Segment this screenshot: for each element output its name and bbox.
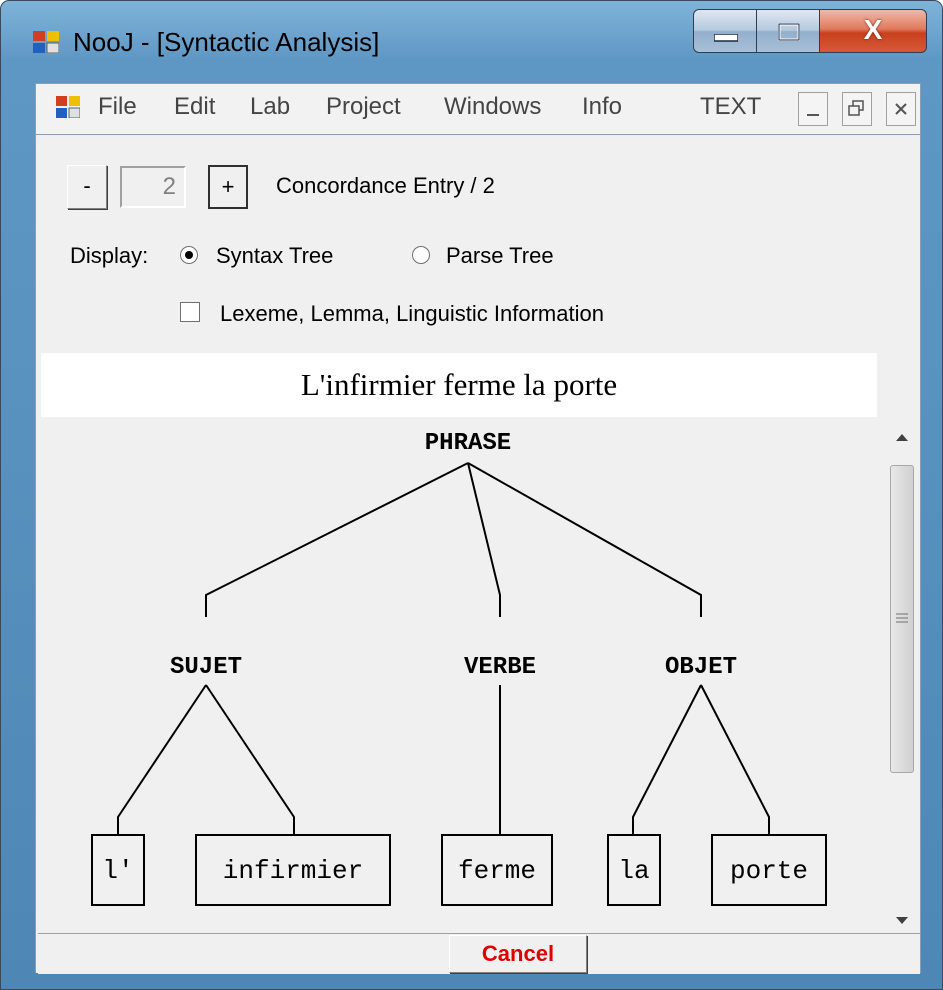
- syntax-tree-label[interactable]: Syntax Tree: [216, 243, 333, 269]
- tree-leaf-porte: porte: [730, 856, 808, 886]
- close-button[interactable]: X: [819, 9, 927, 53]
- menu-file[interactable]: File: [98, 93, 137, 121]
- tree-leaf-ferme: ferme: [458, 856, 536, 886]
- concordance-entry-label: Concordance Entry / 2: [276, 173, 495, 198]
- tree-node-phrase: PHRASE: [425, 430, 511, 457]
- tree-leaf-l: l': [102, 856, 133, 886]
- maximize-button[interactable]: [756, 9, 820, 53]
- tree-node-sujet: SUJET: [170, 654, 242, 681]
- minimize-icon: [714, 34, 738, 42]
- minimize-button[interactable]: [693, 9, 757, 53]
- window-title: NooJ - [Syntactic Analysis]: [73, 27, 380, 57]
- nooj-doc-icon[interactable]: [56, 96, 80, 118]
- display-label: Display:: [70, 243, 149, 268]
- parse-tree-label[interactable]: Parse Tree: [446, 243, 554, 269]
- menu-lab[interactable]: Lab: [250, 93, 290, 121]
- scroll-down-arrow-icon[interactable]: [895, 915, 909, 925]
- bottom-bar: Cancel: [38, 933, 920, 974]
- menu-windows[interactable]: Windows: [444, 93, 541, 121]
- linguistic-info-checkbox[interactable]: [180, 302, 200, 322]
- title-bar[interactable]: NooJ - [Syntactic Analysis] X: [1, 1, 942, 89]
- mdi-close-button[interactable]: [886, 92, 916, 126]
- syntax-tree-radio[interactable]: [180, 246, 198, 264]
- prev-entry-button[interactable]: -: [67, 165, 107, 209]
- tree-node-objet: OBJET: [665, 654, 737, 681]
- close-icon: X: [863, 14, 883, 45]
- menu-text[interactable]: TEXT: [700, 93, 761, 121]
- tree-node-verbe: VERBE: [464, 654, 536, 681]
- tree-leaf-la: la: [618, 856, 649, 886]
- scroll-up-arrow-icon[interactable]: [895, 433, 909, 443]
- tree-leaf-infirmier: infirmier: [223, 856, 363, 886]
- analyzed-sentence: L'infirmier ferme la porte: [300, 367, 618, 402]
- menu-bar: File Edit Lab Project Windows Info TEXT: [35, 83, 921, 135]
- menu-info[interactable]: Info: [582, 93, 622, 121]
- mdi-restore-button[interactable]: [842, 92, 872, 126]
- app-window: NooJ - [Syntactic Analysis] X File Edit …: [0, 0, 943, 990]
- close-icon: [895, 103, 907, 115]
- grip-icon: [896, 613, 908, 623]
- cancel-button[interactable]: Cancel: [449, 935, 587, 973]
- sentence-bar: L'infirmier ferme la porte: [41, 353, 877, 417]
- next-entry-button[interactable]: +: [208, 165, 248, 209]
- maximize-icon: [778, 23, 800, 41]
- menu-edit[interactable]: Edit: [174, 93, 215, 121]
- menu-project[interactable]: Project: [326, 93, 401, 121]
- parse-tree-radio[interactable]: [412, 246, 430, 264]
- syntax-tree: PHRASE SUJET VERBE OBJET l' infirmier fe…: [91, 430, 827, 906]
- scrollbar-thumb[interactable]: [890, 465, 914, 773]
- syntactic-analysis-panel: - 2 + Concordance Entry / 2 Display: Syn…: [35, 135, 921, 974]
- entry-number-field[interactable]: 2: [120, 166, 186, 208]
- linguistic-info-label[interactable]: Lexeme, Lemma, Linguistic Information: [220, 301, 604, 327]
- nooj-app-icon: [33, 31, 59, 53]
- minimize-icon: [807, 114, 819, 116]
- vertical-scrollbar[interactable]: [886, 419, 918, 939]
- mdi-minimize-button[interactable]: [798, 92, 828, 126]
- restore-icon: [848, 100, 864, 116]
